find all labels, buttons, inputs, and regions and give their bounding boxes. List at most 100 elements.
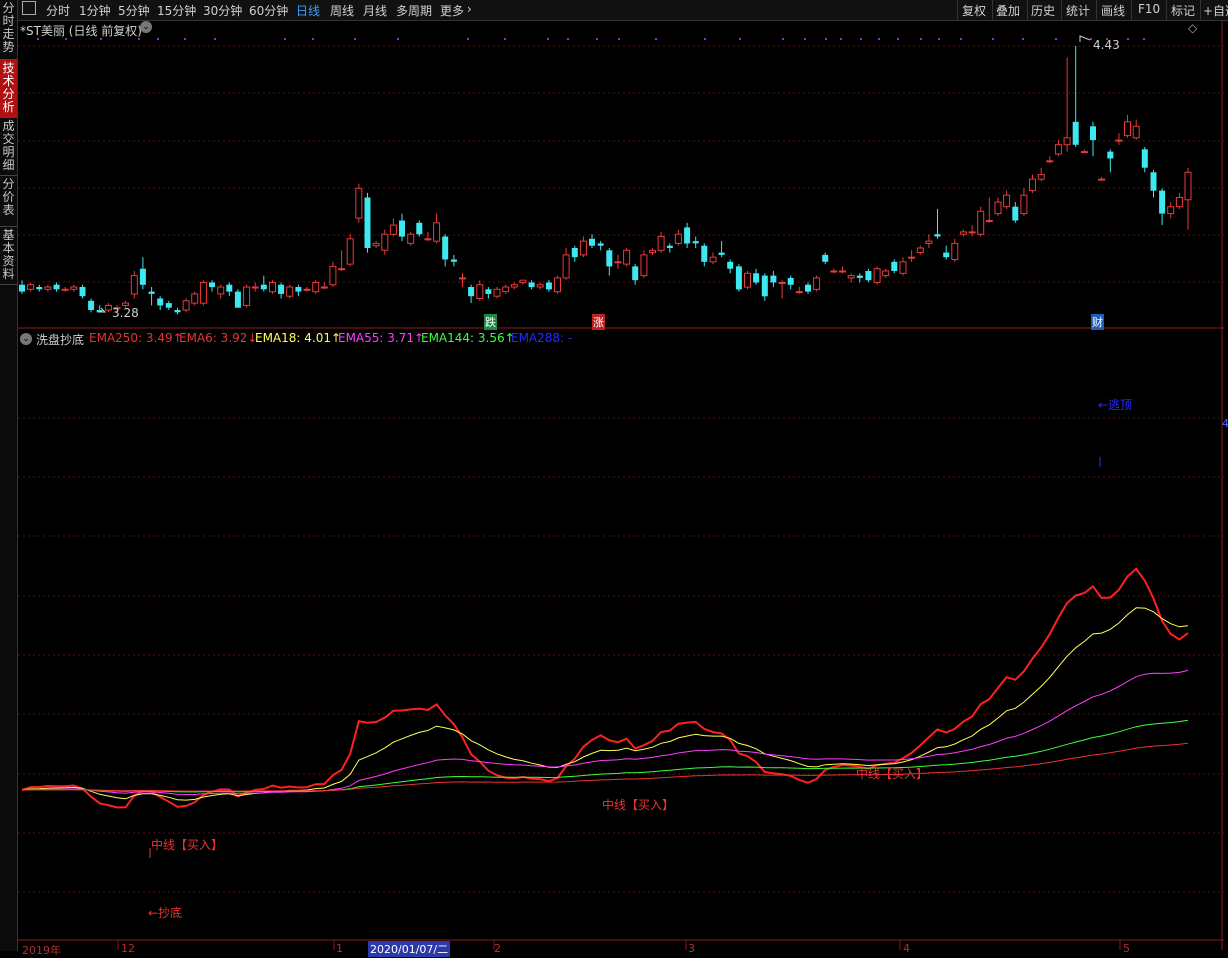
candle-body xyxy=(1012,206,1019,221)
ema55-line xyxy=(21,669,1189,795)
candle-body xyxy=(579,240,587,256)
period-dot xyxy=(655,38,657,40)
marker-die[interactable]: 跌 xyxy=(484,314,497,330)
candle-body xyxy=(994,201,1002,215)
tab-fenshi[interactable]: 分时 xyxy=(46,2,70,19)
mark-button[interactable]: 标记 xyxy=(1171,2,1195,19)
tab-15min[interactable]: 15分钟 xyxy=(157,2,196,19)
candle-body xyxy=(476,284,484,300)
candle-body xyxy=(442,236,449,260)
candle-body xyxy=(899,261,907,274)
candle-body xyxy=(822,254,829,262)
candle-body xyxy=(839,270,846,273)
add-watchlist-button[interactable]: +自选 xyxy=(1203,2,1228,19)
fuquan-button[interactable]: 复权 xyxy=(962,2,986,19)
period-dot xyxy=(596,38,598,40)
xaxis-label-4: 4 xyxy=(903,942,910,955)
candle-body xyxy=(1098,178,1106,181)
overlay-button[interactable]: 叠加 xyxy=(996,2,1020,19)
xaxis-label-2: 2 xyxy=(494,942,501,955)
tab-30min[interactable]: 30分钟 xyxy=(203,2,242,19)
candle-body xyxy=(269,282,276,293)
candle-body xyxy=(1175,197,1183,208)
candle-body xyxy=(684,227,691,244)
candle-body xyxy=(510,284,518,288)
tab-weekly[interactable]: 周线 xyxy=(330,2,354,19)
signal-buy-3: 中线【买入】 xyxy=(856,767,929,781)
indicator-name[interactable]: 洗盘抄底 xyxy=(36,331,84,348)
candle-body xyxy=(234,291,241,308)
ema6-value: EMA6: 3.92↓ xyxy=(179,331,258,345)
period-dot xyxy=(878,38,880,40)
candle-body xyxy=(571,248,578,258)
period-dot xyxy=(547,38,549,40)
candle-body xyxy=(381,233,389,251)
candle-body xyxy=(355,187,363,219)
marker-zhang[interactable]: 涨 xyxy=(592,314,605,330)
history-button[interactable]: 历史 xyxy=(1031,2,1055,19)
candle-body xyxy=(1124,121,1131,137)
period-dot xyxy=(739,38,741,40)
tab-1min[interactable]: 1分钟 xyxy=(79,2,111,19)
candle-body xyxy=(295,287,302,292)
tab-5min[interactable]: 5分钟 xyxy=(118,2,150,19)
candle-body xyxy=(424,238,432,241)
candle-body xyxy=(1029,178,1036,192)
tab-monthly[interactable]: 月线 xyxy=(363,2,387,19)
candle-body xyxy=(1080,151,1088,154)
f10-button[interactable]: F10 xyxy=(1138,2,1160,16)
candle-body xyxy=(1090,126,1096,141)
period-dot xyxy=(618,38,620,40)
ema18-line xyxy=(21,607,1189,801)
candle-body xyxy=(1141,149,1148,168)
period-dot xyxy=(860,38,862,40)
candle-body xyxy=(727,261,734,269)
sidebar-tab-trades[interactable]: 成交明细 xyxy=(0,118,17,176)
xaxis-cursor-date: 2020/01/07/二 xyxy=(368,941,451,957)
toolbar-layout-icon[interactable] xyxy=(22,1,36,15)
chevron-down-icon[interactable]: ⌄ xyxy=(140,21,152,33)
candle-body xyxy=(718,252,725,255)
candle-body xyxy=(1132,125,1140,139)
candle-body xyxy=(53,284,60,290)
period-dot xyxy=(354,38,356,40)
candle-body xyxy=(1037,174,1045,180)
candle-body xyxy=(130,275,138,295)
candle-body xyxy=(1167,206,1175,215)
candle-body xyxy=(787,277,794,285)
candle-body xyxy=(44,286,52,290)
marker-cai[interactable]: 财 xyxy=(1091,314,1104,330)
candle-body xyxy=(416,222,423,235)
draw-line-button[interactable]: 画线 xyxy=(1101,2,1125,19)
stats-button[interactable]: 统计 xyxy=(1066,2,1090,19)
candle-body xyxy=(1072,121,1079,145)
candle-body xyxy=(450,259,457,262)
period-dot xyxy=(804,38,806,40)
candle-body xyxy=(157,298,164,306)
candle-body xyxy=(19,284,25,292)
period-dot xyxy=(1022,38,1024,40)
sidebar-tab-fenshi[interactable]: 分时走势 xyxy=(0,0,17,60)
candle-body xyxy=(1020,194,1028,215)
sidebar-tab-price-volume[interactable]: 分价表 xyxy=(0,176,17,226)
candle-body xyxy=(1054,144,1062,155)
candle-body xyxy=(174,310,181,313)
candle-body xyxy=(519,279,527,284)
tab-60min[interactable]: 60分钟 xyxy=(249,2,288,19)
sidebar-tab-profile[interactable]: 基本资料 xyxy=(0,227,17,285)
period-dot xyxy=(938,38,940,40)
xaxis-label-12: 12 xyxy=(121,942,135,955)
candle-body xyxy=(753,273,760,283)
tab-multi-period[interactable]: 多周期 xyxy=(396,2,432,19)
signal-top: ←逃顶 xyxy=(1098,398,1133,412)
xaxis-label-2019: 2019年 xyxy=(22,944,61,957)
sidebar-tab-tech[interactable]: 技术分析 xyxy=(0,60,17,118)
candle-body xyxy=(943,252,950,258)
chevron-down-icon[interactable]: ⌄ xyxy=(20,333,32,345)
tab-daily[interactable]: 日线 xyxy=(296,2,320,19)
left-sidebar: 分时走势 技术分析 成交明细 分价表 基本资料 xyxy=(0,0,18,951)
diamond-icon[interactable]: ◇ xyxy=(1188,21,1197,35)
tab-more[interactable]: 更多 xyxy=(440,2,464,19)
candle-body xyxy=(88,300,95,310)
candle-body xyxy=(1063,137,1071,146)
